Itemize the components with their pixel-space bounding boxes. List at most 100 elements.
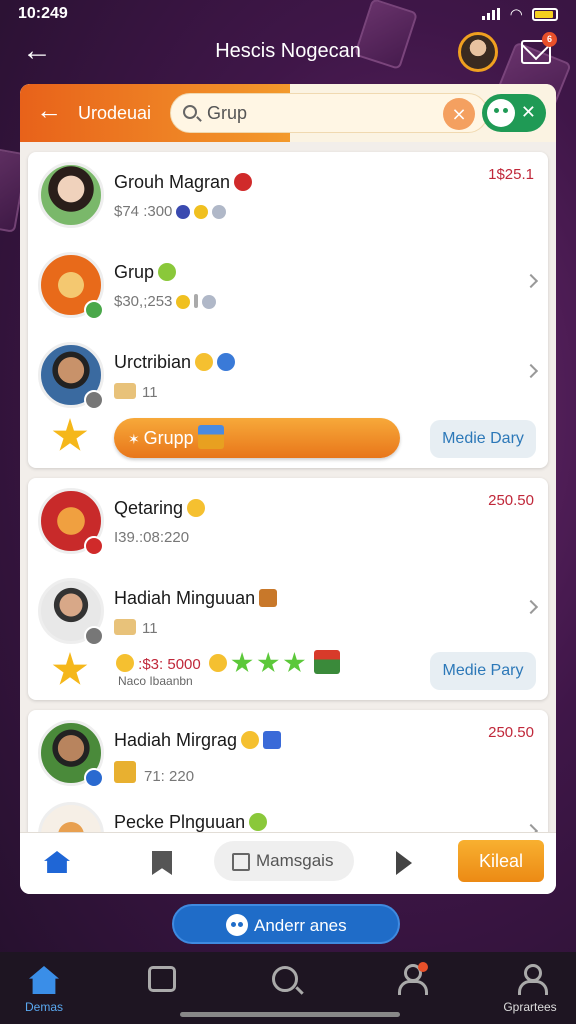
reward-row: :$3: 5000 <box>116 650 340 674</box>
nav-item-search[interactable] <box>256 964 316 1018</box>
group-panel: ← Urodeuai ⨯ ✕ Grouh Magran $74 :300 1$2… <box>20 84 556 894</box>
home-indicator <box>180 1012 400 1017</box>
heart-icon <box>234 173 253 191</box>
nav-item-profile[interactable]: Gprartees <box>500 964 560 1018</box>
close-icon[interactable]: ✕ <box>521 102 536 123</box>
group-card: Grouh Magran $74 :300 1$25.1 Grup $30,;2… <box>28 152 548 468</box>
star-icon <box>52 418 88 451</box>
list-item-title: Qetaring <box>114 498 206 519</box>
gift-icon <box>197 425 224 449</box>
list-item[interactable]: Qetaring I39.:08:220 250.50 <box>28 478 548 558</box>
play-icon[interactable] <box>396 851 412 875</box>
smiley-icon <box>487 99 515 127</box>
search-icon <box>183 105 197 119</box>
ticket-icon <box>114 383 136 399</box>
panel-back-arrow-icon[interactable]: ← <box>36 96 62 124</box>
list-item-amount: 1$25.1 <box>488 166 534 183</box>
nav-label: Gprartees <box>503 1000 557 1014</box>
status-bar: 10:249 ◠ <box>0 0 576 28</box>
green-star-icon <box>283 652 305 673</box>
panel-top-bar: ← Urodeuai ⨯ ✕ <box>20 84 556 142</box>
ticket-icon <box>114 619 136 635</box>
chevron-right-icon[interactable] <box>523 599 539 615</box>
gift-icon <box>313 650 340 674</box>
floating-action-button[interactable]: Anderr anes <box>172 904 400 944</box>
group-card: Hadiah Mirgrag 71: 220 250.50 Pecke Plng… <box>28 710 548 868</box>
floating-action-label: Anderr anes <box>254 916 347 935</box>
avatar <box>38 162 104 228</box>
chat-icon <box>148 966 176 992</box>
gift-box-icon <box>263 731 282 749</box>
list-item-title: Hadiah Mirgrag <box>114 730 282 751</box>
sparkle-icon <box>202 295 217 309</box>
smile-emoji-icon <box>187 499 206 517</box>
list-item-subtitle: 11 <box>114 383 158 401</box>
list-item[interactable]: Grup $30,;253 <box>28 242 548 322</box>
nav-item-friends[interactable] <box>380 962 440 1018</box>
sparkle-icon: ✶ <box>128 431 144 447</box>
primary-action-button[interactable]: Kileal <box>458 840 544 882</box>
nav-item-home[interactable]: Demas <box>14 964 74 1018</box>
chest-icon <box>259 589 278 607</box>
nav-label: Demas <box>24 1000 63 1014</box>
search-input[interactable] <box>207 103 427 124</box>
chevron-right-icon[interactable] <box>523 363 539 379</box>
status-icons: ◠ <box>482 5 558 23</box>
list-item-subtitle: 71: 220 <box>114 761 194 785</box>
badge-icon <box>176 205 191 219</box>
battery-icon <box>532 7 558 21</box>
sparkle-icon <box>212 205 227 219</box>
wifi-icon: ◠ <box>510 6 522 23</box>
side-action-button[interactable]: Medie Pary <box>430 652 536 690</box>
list-item[interactable]: Urctribian 11 <box>28 332 548 412</box>
list-item-title: Hadiah Minguuan <box>114 588 278 609</box>
list-item-title: Pecke Plnguuan <box>114 812 268 833</box>
check-icon <box>217 353 236 371</box>
group-card: Qetaring I39.:08:220 250.50 Hadiah Mingu… <box>28 478 548 700</box>
home-icon <box>29 966 59 994</box>
toggle-button[interactable]: ✕ <box>482 94 546 132</box>
app-header: ← Hescis Nogecan 6 <box>0 30 576 76</box>
home-icon[interactable] <box>44 851 70 873</box>
user-avatar[interactable] <box>458 32 498 72</box>
list-item-subtitle: $74 :300 <box>114 203 227 220</box>
smiley-icon <box>226 914 248 936</box>
bar-icon <box>194 294 199 308</box>
reward-amount: :$3: 5000 <box>138 656 201 673</box>
smile-emoji-icon <box>116 654 134 672</box>
list-item[interactable]: Hadiah Minguuan 11 <box>28 568 548 648</box>
mail-icon[interactable]: 6 <box>521 32 557 64</box>
list-item-amount: 250.50 <box>488 492 534 509</box>
nav-item-chat[interactable] <box>133 964 193 1018</box>
clear-search-icon[interactable]: ⨯ <box>443 98 475 130</box>
smile-emoji-icon <box>241 731 260 749</box>
smile-emoji-icon <box>208 654 227 672</box>
list-item-subtitle: $30,;253 <box>114 293 217 310</box>
messages-button[interactable]: Mamsgais <box>214 841 354 881</box>
group-action-button[interactable]: ✶ Grupp <box>114 418 400 458</box>
profile-icon <box>516 964 548 995</box>
mail-badge: 6 <box>542 32 557 47</box>
chevron-right-icon[interactable] <box>523 273 539 289</box>
verified-badge-icon <box>84 300 104 320</box>
list-item[interactable]: Grouh Magran $74 :300 1$25.1 <box>28 152 548 232</box>
side-action-button[interactable]: Medie Dary <box>430 420 536 458</box>
list-item-amount: 250.50 <box>488 724 534 741</box>
search-box[interactable]: ⨯ <box>170 93 488 133</box>
star-icon <box>52 652 88 685</box>
verified-badge-icon <box>84 768 104 788</box>
money-bag-icon <box>158 263 177 281</box>
bookmark-icon[interactable] <box>152 851 172 875</box>
reward-caption: Naco Ibaanbn <box>118 674 193 688</box>
money-bag-icon <box>249 813 268 831</box>
list-item-title: Urctribian <box>114 352 236 373</box>
list-item-subtitle: I39.:08:220 <box>114 529 190 546</box>
panel-back-label[interactable]: Urodeuai <box>78 103 151 124</box>
green-star-icon <box>257 652 279 673</box>
list-item[interactable]: Hadiah Mirgrag 71: 220 250.50 <box>28 710 548 790</box>
green-star-icon <box>231 652 253 673</box>
list-item-subtitle: 11 <box>114 619 158 637</box>
notification-dot <box>418 962 428 972</box>
star-icon <box>176 295 191 309</box>
status-badge-icon <box>84 626 104 646</box>
